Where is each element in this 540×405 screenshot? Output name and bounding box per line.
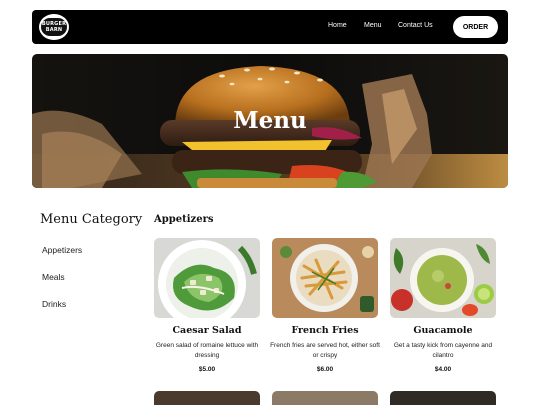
category-item-drinks[interactable]: Drinks [42,299,66,309]
item-description: Green salad of romaine lettuce with dres… [155,342,259,359]
menu-card-guacamole[interactable]: Guacamole Get a tasty kick from cayenne … [390,238,496,373]
item-description: French fries are served hot, either soft… [270,342,380,359]
item-name: Guacamole [413,325,473,336]
nav-link-contact[interactable]: Contact Us [398,22,433,29]
menu-card-partial[interactable] [154,391,260,405]
nav-link-home[interactable]: Home [328,22,347,29]
category-item-meals[interactable]: Meals [42,272,65,282]
hero-title: Menu [233,107,307,134]
caesar-salad-image [154,238,260,318]
menu-card-partial[interactable] [390,391,496,405]
category-title: Menu Category [40,212,143,227]
menu-card-french-fries[interactable]: French Fries French fries are served hot… [270,238,380,373]
french-fries-image [272,238,378,318]
item-price: $6.00 [316,366,334,373]
nav-link-menu[interactable]: Menu [364,22,382,29]
item-name: Caesar Salad [172,325,242,336]
category-item-appetizers[interactable]: Appetizers [42,245,82,255]
menu-card-partial[interactable] [272,391,378,405]
navbar: BURGER BARN Home Menu Contact Us ORDER [32,10,508,44]
brand-logo[interactable]: BURGER BARN [39,14,69,40]
logo-text: BURGER BARN [41,18,67,36]
order-button[interactable]: ORDER [453,16,498,38]
guacamole-image [390,238,496,318]
item-name: French Fries [291,325,359,336]
hero-banner: Menu [32,54,508,188]
menu-card-caesar-salad[interactable]: Caesar Salad Green salad of romaine lett… [154,238,260,373]
item-price: $4.00 [434,366,452,373]
item-price: $5.00 [198,366,216,373]
item-description: Get a tasty kick from cayenne and cilant… [393,342,493,359]
section-title: Appetizers [154,214,214,225]
